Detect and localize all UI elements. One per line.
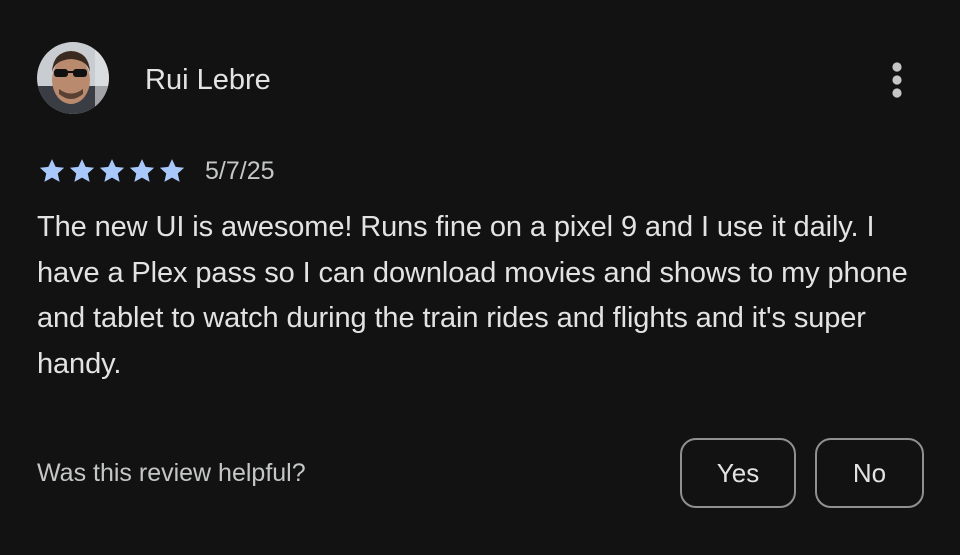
yes-button[interactable]: Yes — [680, 438, 796, 508]
more-options-button[interactable] — [872, 52, 922, 108]
star-icon — [99, 159, 125, 182]
review-date: 5/7/25 — [205, 157, 275, 185]
review-text: The new UI is awesome! Runs fine on a pi… — [37, 211, 908, 380]
no-button[interactable]: No — [815, 438, 924, 508]
more-vert-icon — [892, 62, 902, 98]
star-icon — [129, 159, 155, 182]
rating-row: 5/7/25 — [37, 154, 275, 188]
star-icon — [159, 159, 185, 182]
star-icon — [39, 159, 65, 182]
avatar — [37, 42, 109, 114]
star-rating — [37, 156, 187, 186]
star-icon — [69, 159, 95, 182]
reviewer-name: Rui Lebre — [145, 64, 271, 96]
helpful-question: Was this review helpful? — [37, 459, 306, 487]
